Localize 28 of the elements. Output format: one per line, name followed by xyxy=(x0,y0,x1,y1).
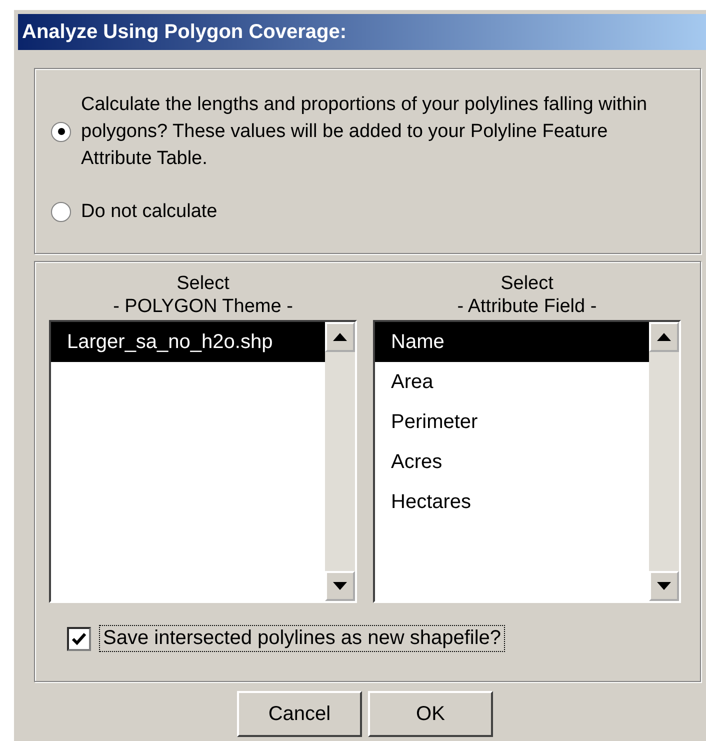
list-item[interactable]: Larger_sa_no_h2o.shp xyxy=(51,322,325,362)
list-heading: Select xyxy=(176,272,230,295)
list-box[interactable]: Name Area Perimeter Acres Hectares xyxy=(373,320,681,603)
list-box[interactable]: Larger_sa_no_h2o.shp xyxy=(49,320,357,603)
checkbox-label: Save intersected polylines as new shapefile? xyxy=(99,625,506,652)
list-subheading: - POLYGON Theme - xyxy=(113,295,293,318)
list-item[interactable]: Name xyxy=(375,322,649,362)
radio-button[interactable] xyxy=(51,202,71,222)
checkmark-icon xyxy=(71,632,87,646)
list-subheading: - Attribute Field - xyxy=(457,295,597,318)
scrollbar[interactable] xyxy=(649,322,679,601)
dialog-button[interactable]: Cancel xyxy=(237,691,362,737)
scroll-down-icon[interactable] xyxy=(649,571,679,601)
radio-button[interactable] xyxy=(51,122,71,142)
scrollbar[interactable] xyxy=(325,322,355,601)
scroll-up-icon[interactable] xyxy=(649,322,679,352)
option-label: Do not calculate xyxy=(81,200,218,224)
scroll-up-icon[interactable] xyxy=(325,322,355,352)
scroll-down-icon[interactable] xyxy=(325,571,355,601)
option-label: Calculate the lengths and proportions of your polylines falling within polygons? These values will be added to your Polyline Feature Attribute Table. xyxy=(81,93,648,171)
list-item[interactable]: Acres xyxy=(375,442,649,482)
window-title: Analyze Using Polygon Coverage: xyxy=(18,14,706,50)
checkbox[interactable] xyxy=(67,626,91,650)
list-heading: Select xyxy=(500,272,554,295)
dialog-button[interactable]: OK xyxy=(368,691,493,737)
list-item[interactable]: Perimeter xyxy=(375,402,649,442)
list-item[interactable]: Area xyxy=(375,362,649,402)
list-item[interactable]: Hectares xyxy=(375,482,649,522)
